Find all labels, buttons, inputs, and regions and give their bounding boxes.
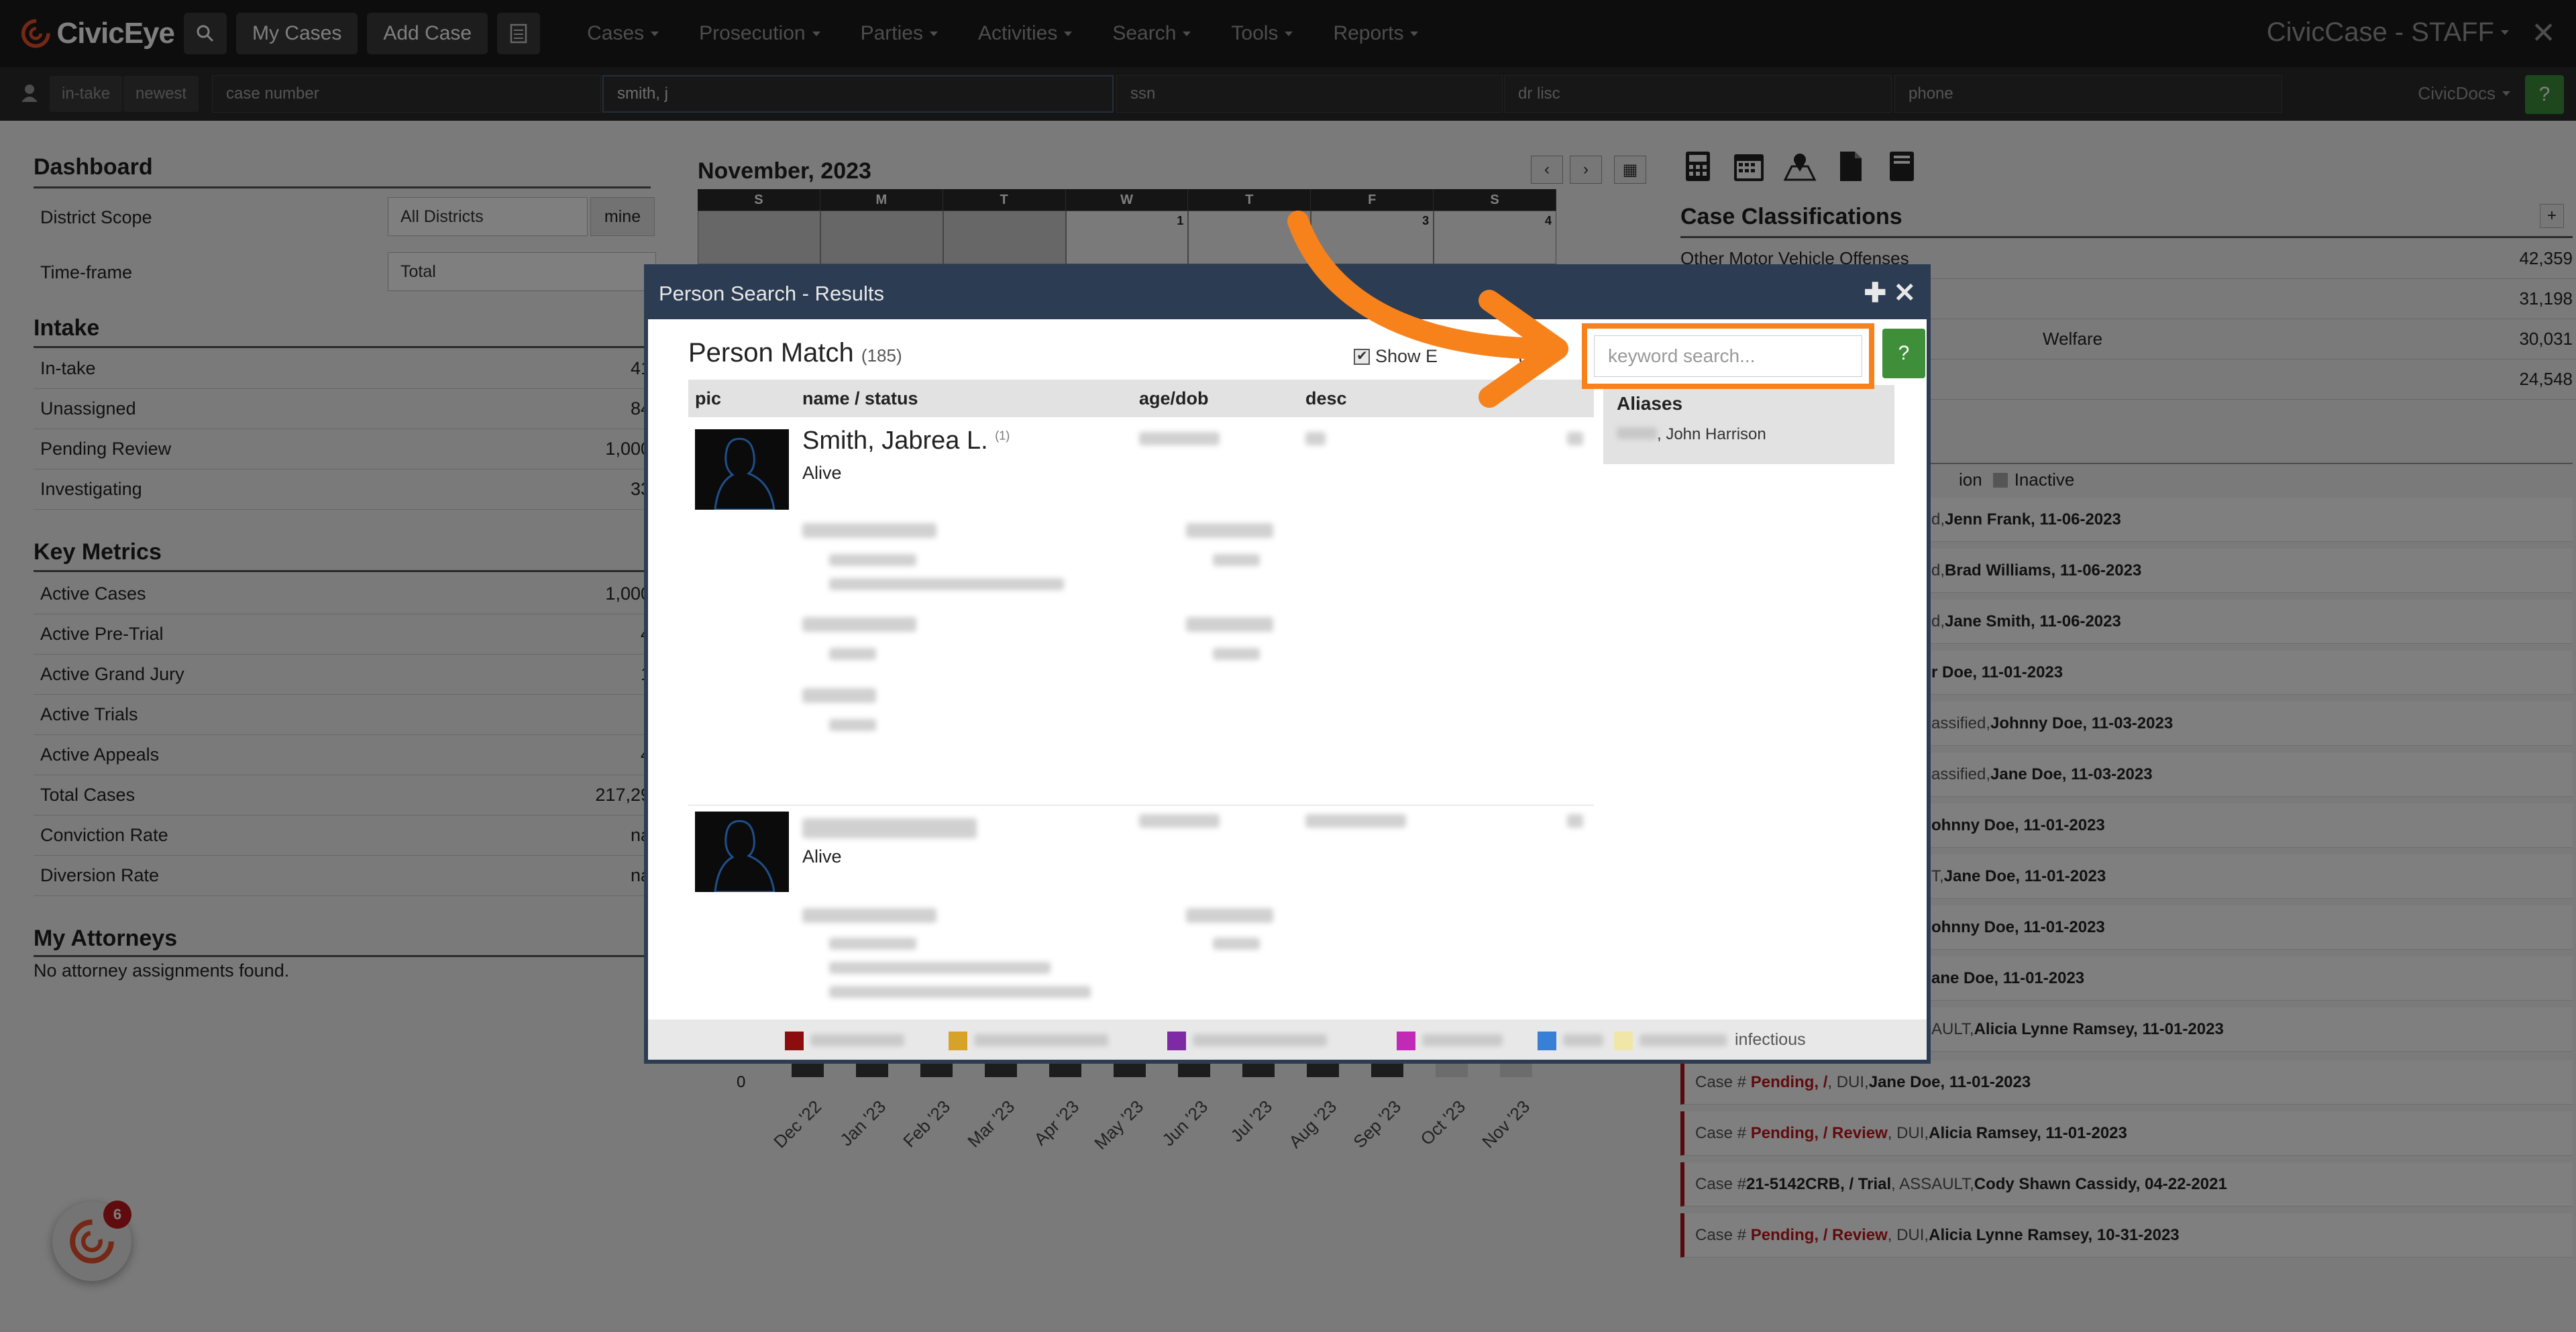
person-match-title: Person Match bbox=[688, 338, 854, 368]
redacted-identification bbox=[802, 908, 936, 923]
redacted-legend bbox=[1193, 1034, 1327, 1046]
show-checkbox[interactable]: Show E ts bbox=[1354, 346, 1532, 367]
person-status: Alive bbox=[802, 463, 842, 483]
person-name[interactable]: Smith, Jabrea L. (1) bbox=[802, 427, 1010, 455]
redacted-flag bbox=[1567, 432, 1583, 445]
redacted-desc bbox=[1305, 814, 1406, 828]
results-table: pic name / status age/dob desc bbox=[688, 380, 1594, 417]
redacted-flag bbox=[1567, 814, 1583, 828]
redacted-text bbox=[1213, 938, 1260, 950]
column-name-status: name / status bbox=[802, 388, 918, 408]
legend-swatch bbox=[1614, 1032, 1633, 1050]
person-photo-placeholder-icon bbox=[695, 812, 789, 892]
modal-footer-legend: infectious bbox=[648, 1019, 1927, 1060]
modal-title: Person Search - Results bbox=[659, 282, 884, 305]
person-photo-placeholder-icon bbox=[695, 429, 789, 510]
person-name-text: Smith, Jabrea L. bbox=[802, 427, 988, 455]
column-pic: pic bbox=[695, 388, 722, 408]
column-age-dob: age/dob bbox=[1139, 388, 1209, 408]
aliases-title: Aliases bbox=[1617, 393, 1683, 414]
aliases-panel: Aliases , John Harrison bbox=[1603, 385, 1894, 464]
redacted-alias bbox=[1617, 427, 1657, 439]
legend-swatch bbox=[1167, 1032, 1186, 1050]
keyword-help-button[interactable]: ? bbox=[1882, 329, 1925, 378]
legend-swatch bbox=[785, 1032, 804, 1050]
redacted-dob bbox=[1139, 432, 1220, 445]
person-status: Alive bbox=[802, 846, 842, 867]
person-result-row[interactable]: Smith, Jabrea L. (1) Alive bbox=[688, 423, 1594, 798]
redacted-legend bbox=[1422, 1034, 1503, 1046]
redacted-legend bbox=[974, 1034, 1108, 1046]
redacted-aliases bbox=[1186, 617, 1273, 632]
redacted-text bbox=[829, 648, 876, 660]
show-checkbox-suffix: ts bbox=[1518, 346, 1533, 366]
keyword-search-highlight: keyword search... bbox=[1582, 323, 1874, 389]
close-icon[interactable]: ✕ bbox=[1893, 278, 1916, 309]
expand-icon[interactable]: ✚ bbox=[1864, 278, 1886, 309]
redacted-addresses bbox=[802, 617, 916, 632]
redacted-text bbox=[829, 719, 876, 731]
redacted-legend bbox=[810, 1034, 904, 1046]
redacted-desc bbox=[1305, 432, 1326, 445]
redacted-identification bbox=[802, 523, 936, 538]
legend-swatch bbox=[949, 1032, 967, 1050]
redacted-text bbox=[829, 986, 1091, 998]
redacted-text bbox=[829, 554, 916, 566]
person-match-count: (185) bbox=[861, 345, 902, 366]
redacted-text bbox=[1213, 648, 1260, 660]
redacted-legend bbox=[1563, 1034, 1603, 1046]
redacted-contacts bbox=[1186, 523, 1273, 538]
checkbox-checked-icon bbox=[1354, 347, 1370, 365]
modal-header: Person Search - Results ✚ ✕ bbox=[648, 268, 1927, 319]
column-desc: desc bbox=[1305, 388, 1347, 408]
redacted-contacts bbox=[1186, 908, 1273, 923]
person-result-row[interactable]: Alive bbox=[688, 805, 1594, 1019]
redacted-text bbox=[829, 938, 916, 950]
redacted-person-name bbox=[802, 818, 977, 838]
person-match-heading: Person Match (185) bbox=[688, 338, 902, 368]
alias-text: , John Harrison bbox=[1657, 425, 1766, 443]
redacted-dob bbox=[1139, 814, 1220, 828]
redacted-legend bbox=[1640, 1034, 1727, 1046]
redacted-text bbox=[1213, 554, 1260, 566]
show-checkbox-label: Show E bbox=[1375, 346, 1438, 366]
keyword-search-input[interactable]: keyword search... bbox=[1594, 335, 1862, 377]
person-search-results-modal: Person Search - Results ✚ ✕ Person Match… bbox=[644, 264, 1931, 1064]
results-header-row: pic name / status age/dob desc bbox=[688, 380, 1594, 417]
legend-infectious-label: infectious bbox=[1735, 1030, 1806, 1049]
alias-entry: , John Harrison bbox=[1617, 425, 1766, 444]
person-match-index: (1) bbox=[995, 429, 1010, 443]
redacted-text bbox=[829, 578, 1064, 590]
legend-swatch bbox=[1397, 1032, 1415, 1050]
redacted-notes bbox=[802, 688, 876, 703]
legend-swatch bbox=[1538, 1032, 1556, 1050]
redacted-text bbox=[829, 962, 1051, 974]
